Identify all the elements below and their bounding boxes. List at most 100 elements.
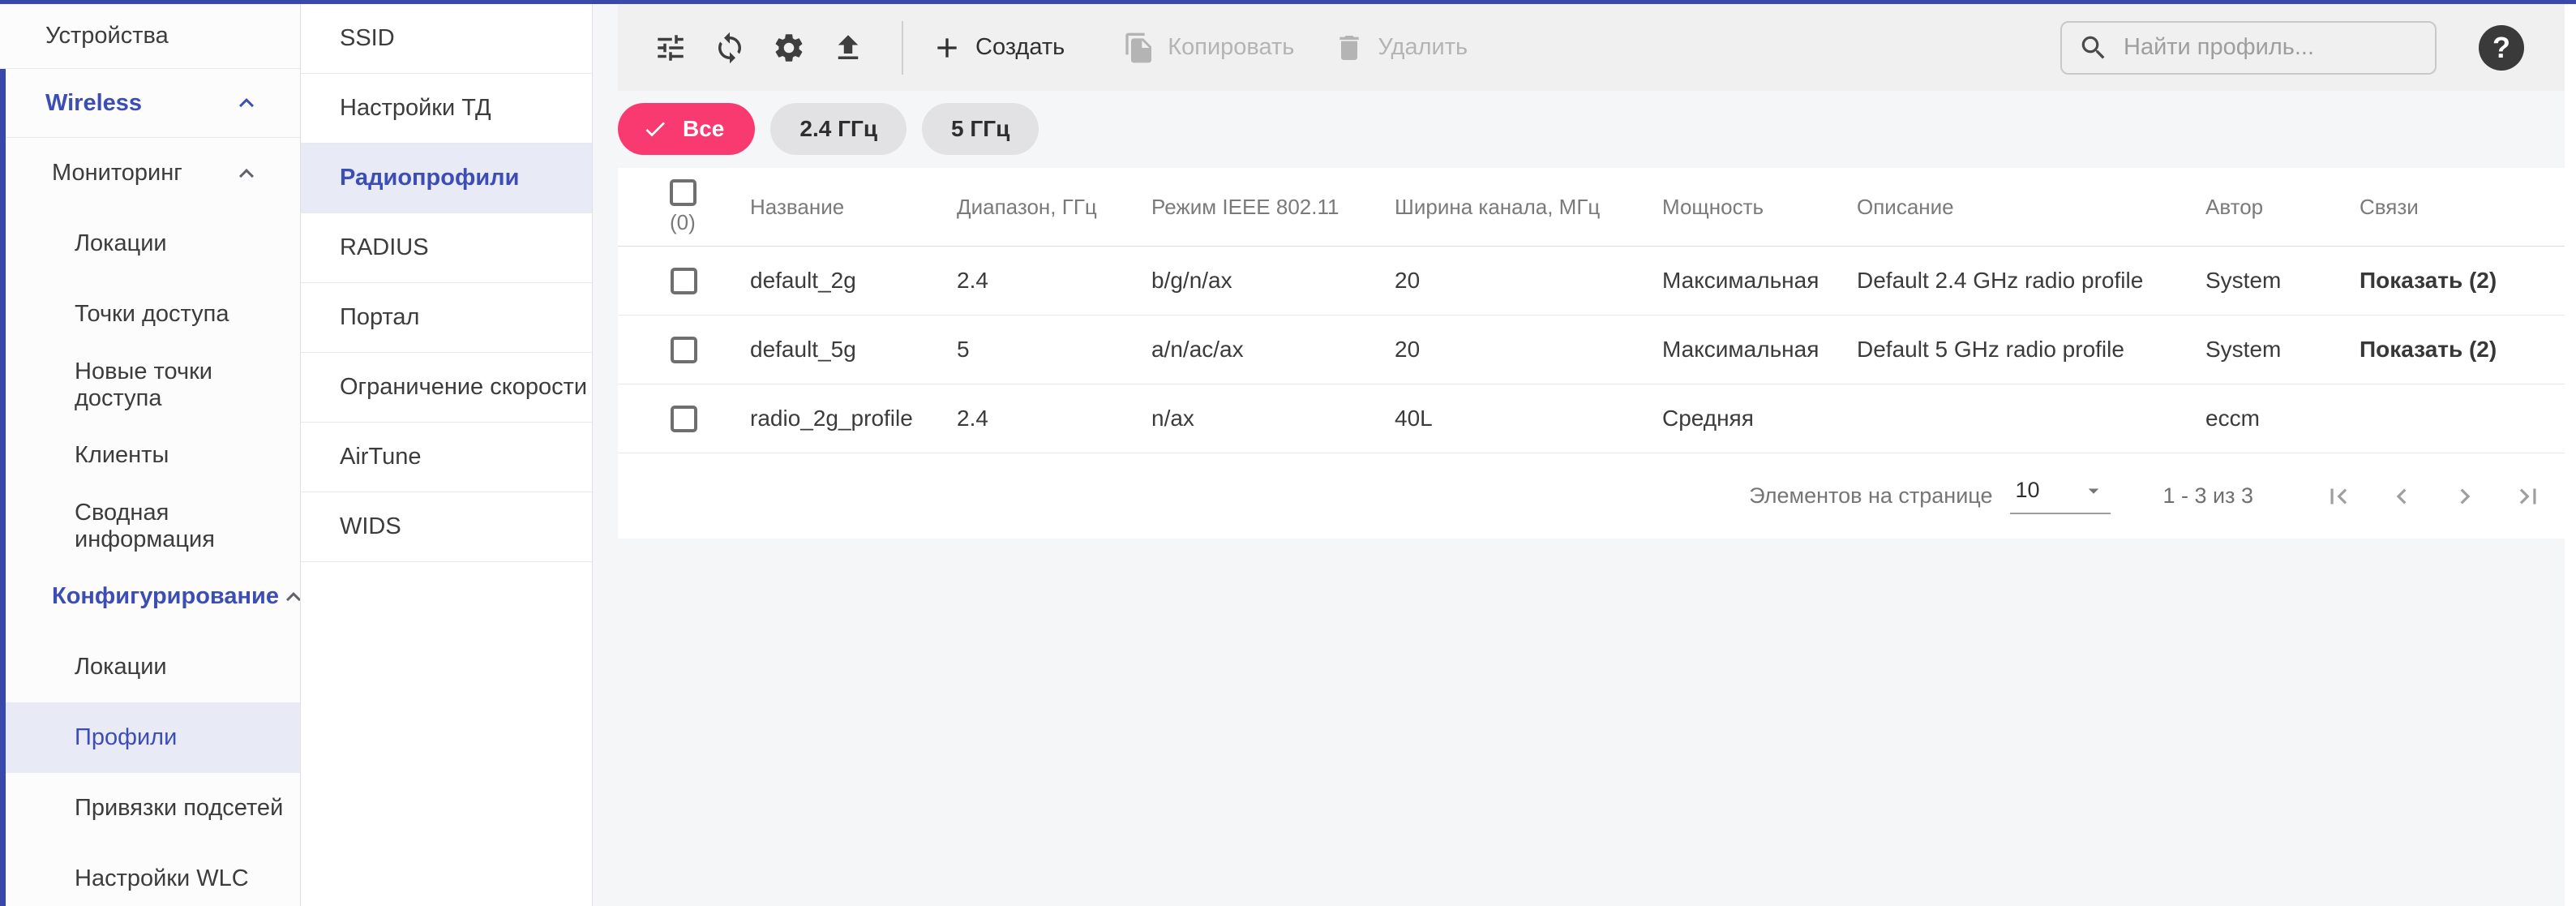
submenu-item-label: Ограничение скорости (340, 374, 587, 401)
sidebar-item-devices[interactable]: Устройства (0, 4, 300, 69)
sidebar-item-label: Сводная информация (75, 500, 300, 553)
filter-columns-button[interactable] (652, 29, 689, 67)
column-header-links: Связи (2360, 195, 2565, 220)
submenu-item-radius[interactable]: RADIUS (301, 213, 592, 283)
delete-button[interactable]: Удалить (1333, 32, 1468, 64)
row-checkbox[interactable] (671, 337, 697, 363)
filter-chip-all[interactable]: Все (618, 103, 755, 155)
search-input[interactable] (2124, 34, 2419, 61)
submenu-item-label: Радиопрофили (340, 165, 519, 191)
cell-author: eccm (2205, 406, 2360, 432)
sidebar-item-wlc-settings[interactable]: Настройки WLC (0, 844, 300, 906)
gear-icon (772, 31, 806, 65)
help-button[interactable]: ? (2479, 25, 2524, 71)
sidebar-item-locations-config[interactable]: Локации (0, 632, 300, 702)
sidebar-item-profiles[interactable]: Профили (0, 702, 300, 773)
sidebar-item-wireless[interactable]: Wireless (0, 69, 300, 138)
sidebar-item-label: Привязки подсетей (75, 795, 283, 822)
column-header-description: Описание (1857, 195, 2205, 220)
sidebar-item-access-points[interactable]: Точки доступа (0, 279, 300, 350)
cell-mode: b/g/n/ax (1151, 268, 1395, 294)
row-checkbox[interactable] (671, 268, 697, 294)
sidebar-item-clients[interactable]: Клиенты (0, 420, 300, 491)
selected-count: (0) (670, 210, 696, 235)
sidebar-item-summary[interactable]: Сводная информация (0, 491, 300, 561)
submenu-item-airtune[interactable]: AirTune (301, 423, 592, 492)
create-button-label: Создать (975, 34, 1065, 61)
cell-channel-width: 40L (1395, 406, 1662, 432)
toolbar-divider (902, 21, 903, 75)
refresh-button[interactable] (711, 29, 748, 67)
page-size-select[interactable]: 10 (2010, 478, 2111, 514)
sidebar-item-configuration[interactable]: Конфигурирование (0, 561, 300, 632)
sidebar-item-monitoring[interactable]: Мониторинг (0, 138, 300, 208)
cell-channel-width: 20 (1395, 337, 1662, 363)
delete-button-label: Удалить (1378, 34, 1468, 61)
sync-icon (713, 31, 747, 65)
sidebar-item-label: Настройки WLC (75, 865, 249, 892)
cell-power: Максимальная (1662, 337, 1857, 363)
toolbar: Создать Копировать Удалить ? (618, 4, 2565, 91)
sidebar-item-label: Клиенты (75, 442, 169, 469)
last-page-button[interactable] (2513, 481, 2544, 512)
submenu-item-ssid[interactable]: SSID (301, 4, 592, 74)
column-header-band: Диапазон, ГГц (957, 195, 1151, 220)
search-icon (2078, 32, 2109, 63)
copy-button-label: Копировать (1168, 34, 1294, 61)
filter-chip-5-ghz[interactable]: 5 ГГц (922, 103, 1039, 155)
chevron-up-icon (279, 582, 301, 612)
submenu-item-radio-profiles[interactable]: Радиопрофили (301, 144, 592, 213)
show-links-link[interactable]: Показать (2) (2360, 337, 2565, 363)
select-all-checkbox[interactable] (670, 179, 697, 206)
filter-chip-label: 5 ГГц (951, 116, 1009, 142)
column-header-author: Автор (2205, 195, 2360, 220)
sidebar-item-new-access-points[interactable]: Новые точки доступа (0, 350, 300, 420)
show-links-link[interactable]: Показать (2) (2360, 268, 2565, 294)
profiles-submenu: SSID Настройки ТД Радиопрофили RADIUS По… (301, 4, 593, 906)
submenu-item-rate-limit[interactable]: Ограничение скорости (301, 353, 592, 423)
page-size-value: 10 (2015, 478, 2039, 503)
table-header-row: (0) Название Диапазон, ГГц Режим IEEE 80… (618, 168, 2565, 247)
chevron-right-icon (2450, 481, 2480, 512)
cell-band: 2.4 (957, 406, 1151, 432)
row-checkbox[interactable] (671, 406, 697, 432)
chevron-up-icon (232, 159, 261, 188)
create-button[interactable]: Создать (931, 32, 1065, 64)
sidebar-item-locations-monitoring[interactable]: Локации (0, 208, 300, 279)
trash-icon (1333, 32, 1365, 64)
settings-button[interactable] (770, 29, 808, 67)
table-pagination: Элементов на странице 10 1 - 3 из 3 (618, 453, 2565, 539)
cell-mode: a/n/ac/ax (1151, 337, 1395, 363)
arrow-drop-down-icon (2081, 479, 2106, 503)
submenu-item-label: SSID (340, 25, 395, 52)
filter-chip-2-4-ghz[interactable]: 2.4 ГГц (770, 103, 907, 155)
submenu-item-ap-settings[interactable]: Настройки ТД (301, 74, 592, 144)
active-section-rail (0, 69, 6, 906)
sidebar-item-label: Wireless (45, 90, 142, 117)
upload-button[interactable] (829, 29, 867, 67)
copy-button[interactable]: Копировать (1123, 32, 1294, 64)
submenu-item-portal[interactable]: Портал (301, 283, 592, 353)
submenu-item-label: Портал (340, 304, 419, 331)
sidebar-item-label: Конфигурирование (52, 583, 279, 610)
first-page-button[interactable] (2323, 481, 2354, 512)
table-row[interactable]: default_2g 2.4 b/g/n/ax 20 Максимальная … (618, 247, 2565, 316)
cell-description: Default 5 GHz radio profile (1857, 337, 2205, 363)
previous-page-button[interactable] (2386, 481, 2417, 512)
column-header-mode: Режим IEEE 802.11 (1151, 195, 1395, 220)
column-header-name: Название (750, 195, 957, 220)
next-page-button[interactable] (2450, 481, 2480, 512)
table-row[interactable]: default_5g 5 a/n/ac/ax 20 Максимальная D… (618, 316, 2565, 384)
radio-profiles-table: (0) Название Диапазон, ГГц Режим IEEE 80… (618, 168, 2565, 539)
cell-band: 2.4 (957, 268, 1151, 294)
submenu-item-label: RADIUS (340, 234, 429, 261)
submenu-item-wids[interactable]: WIDS (301, 492, 592, 562)
help-button-label: ? (2492, 31, 2510, 65)
check-icon (642, 116, 668, 142)
chevron-left-icon (2386, 481, 2417, 512)
items-per-page-label: Элементов на странице (1749, 483, 1992, 509)
table-row[interactable]: radio_2g_profile 2.4 n/ax 40L Средняя ec… (618, 384, 2565, 453)
sidebar-item-subnet-bindings[interactable]: Привязки подсетей (0, 773, 300, 844)
sidebar-item-label: Новые точки доступа (75, 359, 300, 412)
cell-author: System (2205, 337, 2360, 363)
